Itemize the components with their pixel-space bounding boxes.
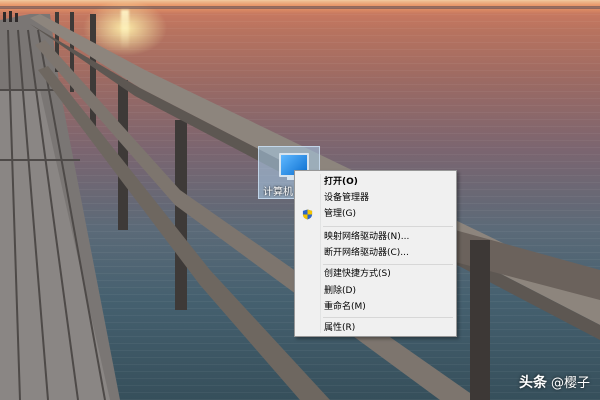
menu-item-label: 映射网络驱动器(N)...: [324, 232, 410, 242]
menu-item-manage[interactable]: 管理(G): [297, 206, 454, 223]
menu-item-label: 创建快捷方式(S): [324, 269, 391, 279]
context-menu: 打开(O) 设备管理器 管理(G) 映射网络驱动器(N)... 断开网络驱动器(…: [294, 170, 457, 337]
watermark-handle: @樱子: [550, 376, 590, 391]
menu-item-rename[interactable]: 重命名(M): [297, 299, 454, 316]
menu-item-delete[interactable]: 删除(D): [297, 283, 454, 300]
pier-post-right: [470, 240, 490, 400]
menu-item-label: 断开网络驱动器(C)...: [324, 248, 409, 258]
menu-separator: [323, 264, 453, 265]
menu-item-label: 删除(D): [324, 286, 356, 296]
menu-separator: [323, 317, 453, 318]
menu-item-disconnect-network-drive[interactable]: 断开网络驱动器(C)...: [297, 245, 454, 262]
watermark: 头条 @樱子: [519, 372, 590, 392]
menu-item-label: 重命名(M): [324, 302, 366, 312]
people-silhouettes: [3, 11, 18, 22]
menu-separator: [323, 226, 453, 227]
watermark-brand: 头条: [518, 375, 547, 391]
menu-item-label: 设备管理器: [324, 193, 370, 203]
menu-item-device-manager[interactable]: 设备管理器: [297, 190, 454, 207]
menu-item-create-shortcut[interactable]: 创建快捷方式(S): [297, 266, 454, 283]
menu-item-open[interactable]: 打开(O): [297, 174, 454, 191]
menu-item-map-network-drive[interactable]: 映射网络驱动器(N)...: [297, 229, 454, 246]
menu-item-label: 属性(R): [324, 323, 356, 333]
shield-icon: [302, 209, 313, 220]
menu-item-label: 打开(O): [324, 177, 358, 187]
menu-item-properties[interactable]: 属性(R): [297, 320, 454, 337]
menu-item-label: 管理(G): [324, 209, 356, 219]
